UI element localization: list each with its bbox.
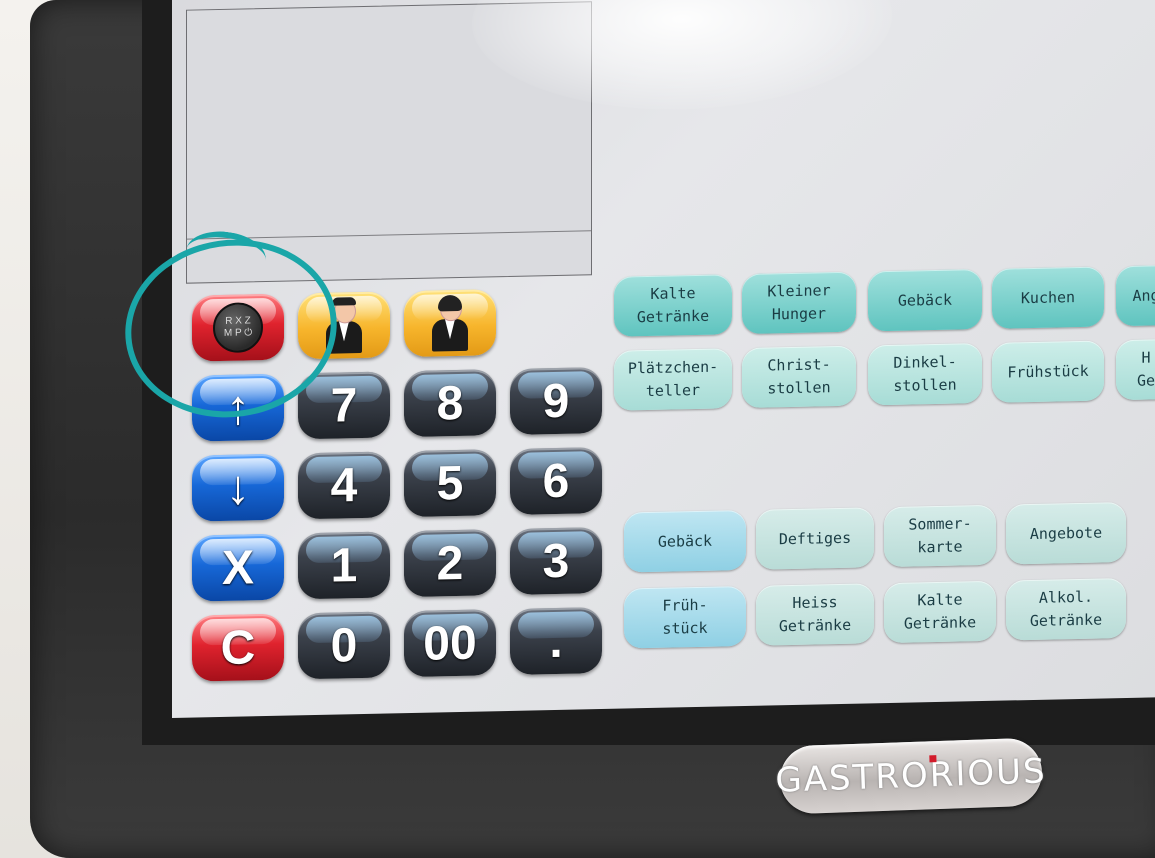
category-alkol-getraenke[interactable]: Alkol. Getränke xyxy=(1006,578,1126,641)
category-kuchen[interactable]: Kuchen xyxy=(992,266,1104,329)
arrow-down-button[interactable]: ↓ xyxy=(192,453,284,522)
category-dinkelstollen[interactable]: Dinkel- stollen xyxy=(868,343,982,406)
arrow-down-icon: ↓ xyxy=(226,460,250,515)
key-8[interactable]: 8 xyxy=(404,369,496,438)
category-heiss-getraenke[interactable]: Heiss Getränke xyxy=(756,583,874,646)
clear-button[interactable]: C xyxy=(192,613,284,682)
key-9[interactable]: 9 xyxy=(510,366,602,435)
key-6[interactable]: 6 xyxy=(510,446,602,515)
category-gebaeck-bottom[interactable]: Gebäck xyxy=(624,509,746,573)
pos-terminal-photo: R X Z M P ⏻ ↑ 7 8 9 ↓ 4 5 6 X 1 2 3 C 0 … xyxy=(0,0,1155,858)
key-00[interactable]: 00 xyxy=(404,609,496,678)
category-christstollen[interactable]: Christ- stollen xyxy=(742,345,856,409)
category-kalte-getraenke-bottom[interactable]: Kalte Getränke xyxy=(884,580,996,644)
category-kleiner-hunger[interactable]: Kleiner Hunger xyxy=(742,271,856,335)
category-kalte-getraenke[interactable]: Kalte Getränke xyxy=(614,274,732,337)
category-angebote-partial[interactable]: Ang xyxy=(1116,264,1155,327)
x-button[interactable]: X xyxy=(192,533,284,602)
key-3[interactable]: 3 xyxy=(510,526,602,595)
category-sommerkarte[interactable]: Sommer- karte xyxy=(884,504,996,568)
category-partial[interactable]: H Ge xyxy=(1116,338,1155,401)
category-deftiges[interactable]: Deftiges xyxy=(756,507,874,570)
key-4[interactable]: 4 xyxy=(298,451,390,520)
category-fruehstueck-bottom[interactable]: Früh- stück xyxy=(624,585,746,649)
logo-dot xyxy=(929,755,937,763)
category-gebaeck[interactable]: Gebäck xyxy=(868,269,982,332)
category-angebote[interactable]: Angebote xyxy=(1006,502,1126,565)
waiter-female-icon xyxy=(428,294,472,352)
key-0[interactable]: 0 xyxy=(298,611,390,680)
category-plaetzchenteller[interactable]: Plätzchen- teller xyxy=(614,348,732,411)
category-fruehstueck[interactable]: Frühstück xyxy=(992,340,1104,403)
key-2[interactable]: 2 xyxy=(404,529,496,598)
key-1[interactable]: 1 xyxy=(298,531,390,600)
key-5[interactable]: 5 xyxy=(404,449,496,518)
key-decimal[interactable]: . xyxy=(510,606,602,675)
waiter-female-button[interactable] xyxy=(404,289,496,358)
brand-logo: GASTRORIOUS xyxy=(775,737,1047,815)
